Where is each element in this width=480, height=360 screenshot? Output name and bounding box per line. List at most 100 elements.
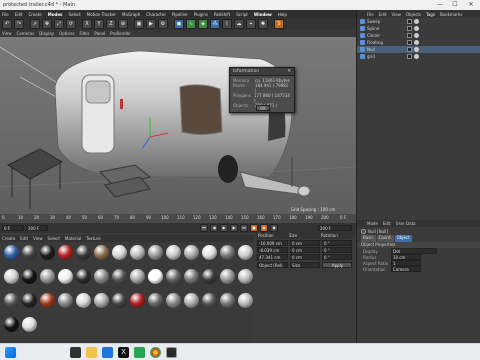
om-menu-edit[interactable]: Edit (379, 12, 387, 17)
end-frame-field[interactable]: 200 F (26, 225, 48, 231)
start-frame-field[interactable]: 0 F (2, 225, 24, 231)
material-swatch[interactable] (40, 245, 55, 260)
material-swatch[interactable] (22, 269, 37, 284)
material-swatch[interactable] (58, 245, 73, 260)
material-swatch[interactable] (202, 269, 217, 284)
material-menu-texture[interactable]: Texture (86, 236, 101, 241)
viewport-menu-filter[interactable]: Filter (79, 31, 89, 36)
tag-icon[interactable] (407, 40, 412, 45)
om-menu-file[interactable]: File (367, 12, 374, 17)
prev-key-icon[interactable]: ◀ (210, 224, 218, 232)
material-swatch[interactable] (184, 269, 199, 284)
3d-viewport[interactable]: Grid Spacing : 100 cm (0, 37, 356, 214)
material-swatch[interactable] (238, 293, 253, 308)
move-icon[interactable]: ✥ (42, 19, 52, 29)
menu-modes[interactable]: Modes (48, 12, 63, 17)
om-menu-objects[interactable]: Objects (406, 12, 421, 17)
viewport-menu-options[interactable]: Options (59, 31, 74, 36)
coordinate-mode-select[interactable]: Object (Rel) (257, 262, 288, 268)
material-swatch[interactable] (148, 293, 163, 308)
material-swatch[interactable] (76, 245, 91, 260)
file-explorer-icon[interactable] (86, 347, 97, 358)
tag-icon[interactable] (407, 47, 412, 52)
last-frame-icon[interactable]: ⏭ (240, 224, 248, 232)
rotation-p-field[interactable]: 0 ° (322, 247, 352, 253)
material-swatch[interactable] (184, 293, 199, 308)
size-z-field[interactable]: 0 cm (290, 254, 320, 260)
tag-icon[interactable] (407, 26, 412, 31)
cube-icon[interactable]: ◼ (174, 19, 184, 29)
object-row[interactable]: Cloner (357, 32, 480, 39)
viewport-menu-prorender[interactable]: ProRender (110, 31, 131, 36)
tag-icon[interactable] (414, 33, 419, 38)
attr-menu-user-data[interactable]: User Data (396, 221, 416, 226)
size-y-field[interactable]: 0 cm (290, 247, 320, 253)
tag-icon[interactable] (414, 19, 419, 24)
coordinate-system-icon[interactable]: ⊕ (118, 19, 128, 29)
material-swatch[interactable] (202, 245, 217, 260)
apply-button[interactable]: Apply (322, 262, 352, 268)
tag-icon[interactable] (407, 54, 412, 59)
material-swatch[interactable] (238, 245, 253, 260)
material-swatch[interactable] (148, 269, 163, 284)
menu-motion-tracker[interactable]: Motion Tracker (87, 12, 116, 17)
material-menu-view[interactable]: View (33, 236, 43, 241)
material-swatch[interactable] (238, 269, 253, 284)
menu-plugins[interactable]: Plugins (194, 12, 208, 17)
material-swatch[interactable] (40, 293, 55, 308)
menu-file[interactable]: File (2, 12, 9, 17)
render-icon[interactable]: ▶ (146, 19, 156, 29)
rotate-icon[interactable]: ⟳ (66, 19, 76, 29)
edge-icon[interactable] (102, 347, 113, 358)
menu-character[interactable]: Character (146, 12, 166, 17)
material-swatch[interactable] (112, 293, 127, 308)
undo-icon[interactable]: ↶ (2, 19, 12, 29)
tag-icon[interactable] (414, 26, 419, 31)
material-swatch[interactable] (94, 245, 109, 260)
material-menu-select[interactable]: Select (48, 236, 60, 241)
viewport-menu-view[interactable]: View (2, 31, 12, 36)
menu-mograph[interactable]: MoGraph (122, 12, 140, 17)
viewport-menu-panel[interactable]: Panel (94, 31, 105, 36)
material-swatch[interactable] (220, 269, 235, 284)
material-swatch[interactable] (202, 293, 217, 308)
material-swatch[interactable] (130, 245, 145, 260)
orientation-select[interactable]: Camera (391, 266, 421, 272)
render-view-icon[interactable]: ▣ (134, 19, 144, 29)
material-menu-create[interactable]: Create (2, 236, 15, 241)
menu-select[interactable]: Select (68, 12, 80, 17)
om-menu-tags[interactable]: Tags (426, 12, 435, 17)
material-swatch[interactable] (112, 245, 127, 260)
store-icon[interactable] (134, 347, 145, 358)
material-swatch[interactable] (112, 269, 127, 284)
material-swatch[interactable] (40, 269, 55, 284)
tab-coord[interactable]: Coord. (376, 235, 394, 242)
material-swatch[interactable] (148, 245, 163, 260)
play-icon[interactable]: ▶ (220, 224, 228, 232)
material-swatch[interactable] (22, 293, 37, 308)
dialog-ok-button[interactable]: OK (256, 105, 270, 111)
attr-menu-edit[interactable]: Edit (383, 221, 391, 226)
deformer-icon[interactable]: ⌇ (222, 19, 232, 29)
object-row[interactable]: Sweep (357, 18, 480, 25)
material-swatch[interactable] (220, 293, 235, 308)
select-icon[interactable]: ➚ (30, 19, 40, 29)
position-z-field[interactable]: 47.341 cm (257, 254, 288, 260)
material-swatch[interactable] (130, 293, 145, 308)
light-icon[interactable]: ✺ (258, 19, 268, 29)
maximize-button[interactable]: ☐ (449, 0, 461, 10)
position-y-field[interactable]: -8.039 cm (257, 247, 288, 253)
dialog-close-icon[interactable]: ✕ (287, 68, 291, 76)
chrome-icon[interactable] (150, 347, 161, 358)
material-swatch[interactable] (4, 245, 19, 260)
material-menu-material[interactable]: Material (65, 236, 81, 241)
viewport-menu-display[interactable]: Display (39, 31, 54, 36)
om-empty-area[interactable] (357, 70, 480, 220)
x-axis-button[interactable]: X (82, 19, 92, 29)
om-menu-view[interactable]: View (391, 12, 401, 17)
render-settings-icon[interactable]: ⚙ (158, 19, 168, 29)
close-button[interactable]: ✕ (465, 0, 477, 10)
material-swatch[interactable] (4, 269, 19, 284)
cinema4d-icon[interactable] (166, 347, 177, 358)
material-swatch[interactable] (184, 245, 199, 260)
